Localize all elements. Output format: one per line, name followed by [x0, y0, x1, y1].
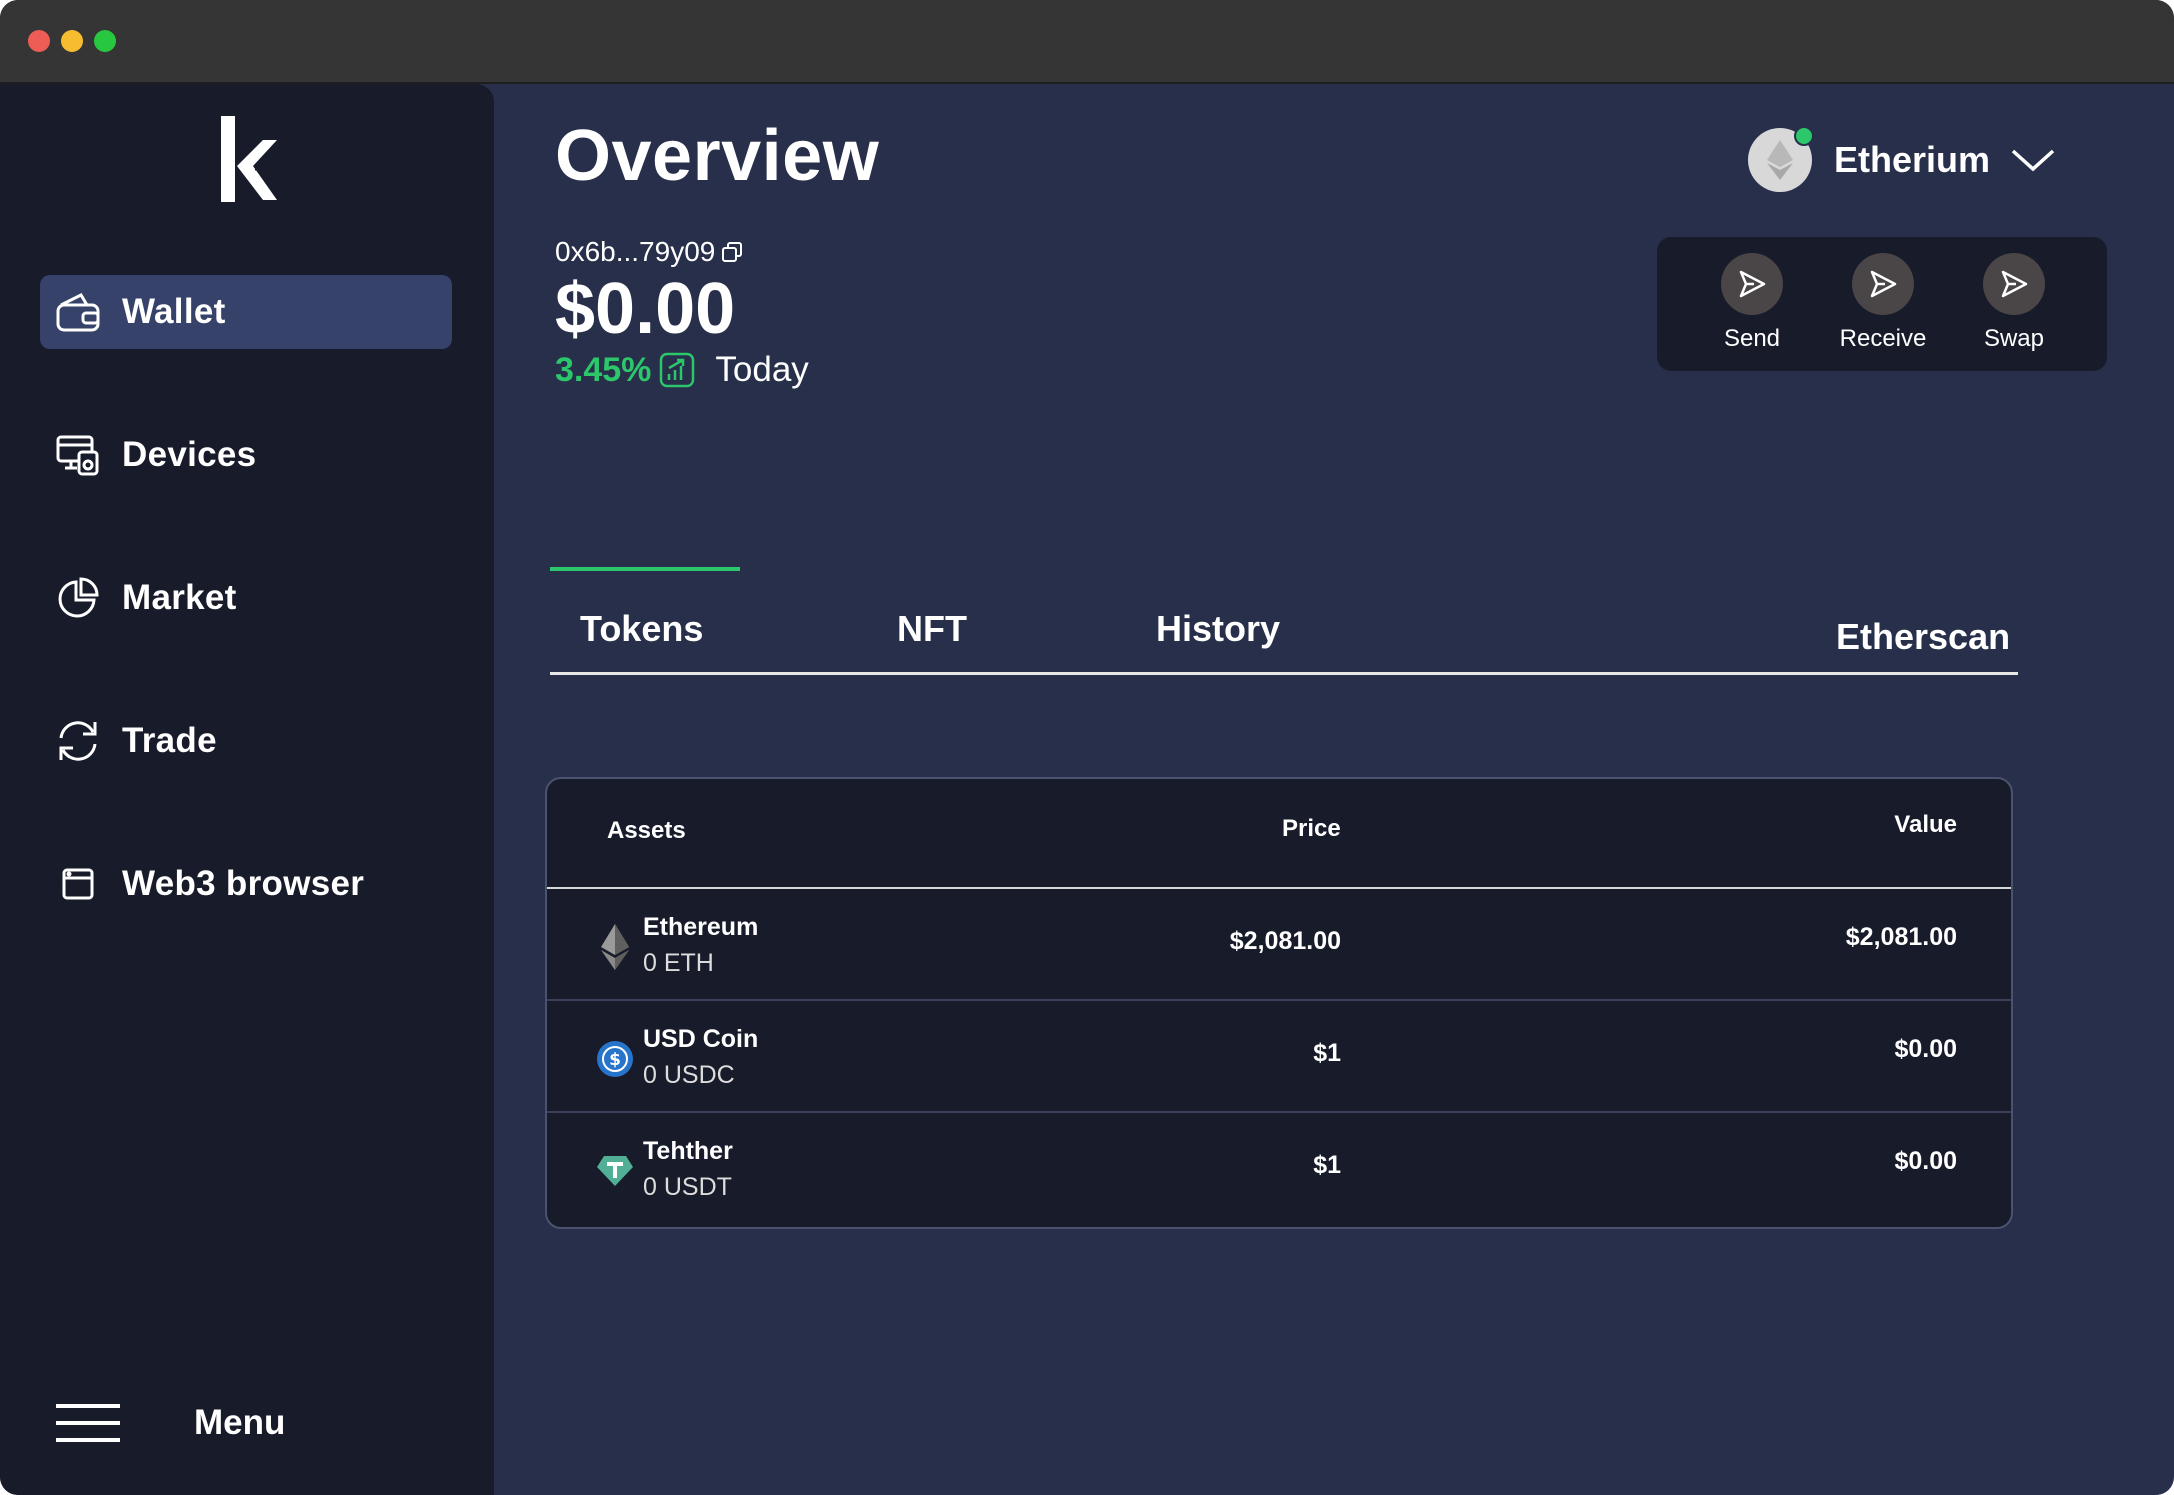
hamburger-icon — [56, 1404, 120, 1442]
usdc-icon: $ — [595, 1035, 635, 1083]
sidebar-item-label: Trade — [122, 721, 217, 760]
maximize-window-button[interactable] — [94, 30, 116, 52]
column-header-price: Price — [1282, 815, 1341, 842]
receive-button[interactable]: Receive — [1823, 253, 1943, 353]
sidebar-item-web3-browser[interactable]: Web3 browser — [40, 847, 452, 921]
asset-amount: 0 ETH — [643, 949, 714, 977]
asset-value: $2,081.00 — [1845, 923, 1957, 951]
svg-text:$: $ — [609, 1050, 621, 1070]
app-window: Wallet Devices Market Trade Web3 browser… — [0, 0, 2174, 1495]
refresh-icon — [54, 717, 102, 765]
copy-icon[interactable] — [721, 241, 743, 263]
wallet-address: 0x6b...79y09 — [555, 236, 743, 268]
browser-icon — [54, 860, 102, 908]
tab-history[interactable]: History — [1156, 608, 1280, 650]
send-label: Send — [1723, 325, 1781, 352]
page-title: Overview — [555, 116, 880, 196]
active-tab-indicator — [550, 567, 740, 571]
tab-etherscan[interactable]: Etherscan — [1836, 616, 2010, 658]
tether-icon — [595, 1147, 635, 1195]
sidebar-item-label: Devices — [122, 435, 257, 474]
trend-up-icon — [660, 352, 695, 388]
sidebar-item-label: Wallet — [122, 292, 226, 331]
table-row[interactable]: $ USD Coin 0 USDC $1 $0.00 — [547, 1001, 2011, 1113]
sidebar-item-wallet[interactable]: Wallet — [40, 275, 452, 349]
online-status-dot — [1794, 126, 1814, 146]
wallet-icon — [54, 288, 102, 336]
wallet-balance: $0.00 — [555, 269, 736, 349]
assets-table: Assets Price Value Ethereum 0 ETH $2,081… — [545, 777, 2013, 1229]
receive-label: Receive — [1839, 325, 1927, 352]
tabs-divider — [550, 672, 2018, 675]
asset-name: USD Coin — [643, 1025, 759, 1053]
sidebar-item-label: Web3 browser — [122, 864, 365, 903]
app-logo — [215, 114, 285, 204]
swap-icon — [1983, 253, 2045, 315]
column-header-assets: Assets — [607, 817, 686, 844]
menu-label: Menu — [194, 1403, 286, 1442]
pie-chart-icon — [54, 574, 102, 622]
close-window-button[interactable] — [28, 30, 50, 52]
change-percent: 3.45% — [555, 350, 652, 389]
send-button[interactable]: Send — [1692, 253, 1812, 353]
sidebar-item-label: Market — [122, 578, 237, 617]
sidebar-item-devices[interactable]: Devices — [40, 418, 452, 492]
asset-value: $0.00 — [1894, 1147, 1957, 1175]
asset-price: $1 — [1313, 1039, 1341, 1067]
ethereum-network-icon — [1748, 126, 1814, 192]
asset-amount: 0 USDC — [643, 1061, 735, 1089]
asset-amount: 0 USDT — [643, 1173, 732, 1201]
table-row[interactable]: Ethereum 0 ETH $2,081.00 $2,081.00 — [547, 889, 2011, 1001]
asset-price: $2,081.00 — [1229, 927, 1341, 955]
wallet-address-text: 0x6b...79y09 — [555, 236, 716, 267]
chevron-down-icon — [2011, 149, 2055, 172]
title-bar — [0, 0, 2174, 84]
balance-change: 3.45% Today — [555, 350, 809, 390]
action-panel: Send Receive Swap — [1657, 237, 2107, 371]
swap-button[interactable]: Swap — [1954, 253, 2074, 353]
sidebar: Wallet Devices Market Trade Web3 browser… — [0, 84, 494, 1495]
asset-value: $0.00 — [1894, 1035, 1957, 1063]
asset-price: $1 — [1313, 1151, 1341, 1179]
column-header-value: Value — [1894, 811, 1957, 838]
table-header: Assets Price Value — [547, 779, 2011, 889]
tab-nft[interactable]: NFT — [897, 608, 967, 650]
receive-icon — [1852, 253, 1914, 315]
asset-name: Tehther — [643, 1137, 733, 1165]
network-selector[interactable]: Etherium — [1748, 126, 2056, 192]
minimize-window-button[interactable] — [61, 30, 83, 52]
ethereum-icon — [595, 923, 635, 971]
menu-button[interactable]: Menu — [54, 1402, 285, 1444]
network-label: Etherium — [1834, 139, 1991, 180]
sidebar-item-trade[interactable]: Trade — [40, 704, 452, 778]
table-row[interactable]: Tehther 0 USDT $1 $0.00 — [547, 1113, 2011, 1225]
asset-name: Ethereum — [643, 913, 759, 941]
devices-icon — [54, 431, 102, 479]
send-icon — [1721, 253, 1783, 315]
sidebar-item-market[interactable]: Market — [40, 561, 452, 635]
tab-tokens[interactable]: Tokens — [580, 608, 703, 650]
swap-label: Swap — [1983, 325, 2045, 352]
change-period: Today — [715, 350, 809, 389]
